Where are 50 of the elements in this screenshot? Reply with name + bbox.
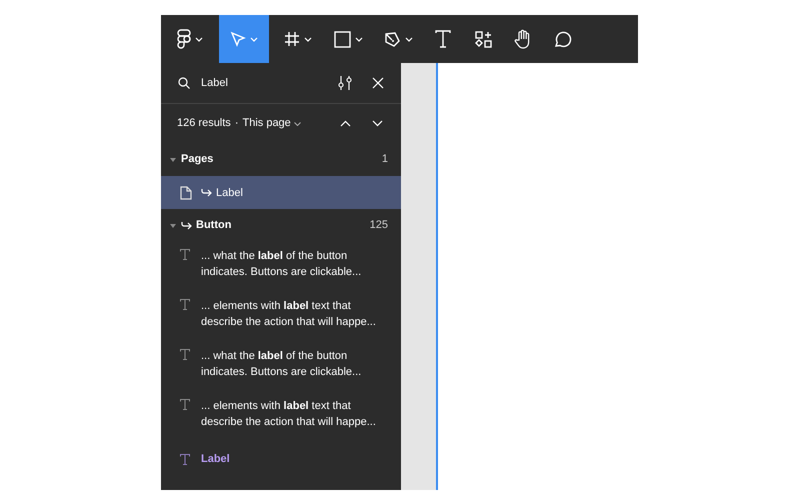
result-item[interactable]: Label xyxy=(161,442,401,475)
group-count: 125 xyxy=(370,218,388,234)
previous-icon[interactable] xyxy=(340,120,351,127)
frame-icon xyxy=(284,31,300,47)
result-text: ... elements with label text that describe the action that will happe... xyxy=(201,399,376,430)
close-icon[interactable] xyxy=(372,77,384,89)
pointer-icon xyxy=(230,31,246,47)
separator-dot: · xyxy=(234,116,238,132)
return-arrow-icon xyxy=(201,188,212,197)
text-layer-icon xyxy=(180,454,190,464)
result-item[interactable]: ... what the label of the button indicates. Buttons are clickable... xyxy=(161,342,401,392)
result-text: Label xyxy=(216,186,243,200)
hand-icon xyxy=(514,29,532,49)
group-title: Button xyxy=(196,218,232,234)
result-text: Label xyxy=(201,452,230,466)
expanded-triangle-icon[interactable] xyxy=(170,156,176,162)
result-item[interactable]: Label xyxy=(161,176,401,209)
logo-icon xyxy=(177,29,191,49)
text-layer-icon xyxy=(180,349,190,360)
caret-icon xyxy=(250,36,258,42)
result-text: ... what the label of the button indicates. Buttons are clickable... xyxy=(201,249,362,280)
filter-icon[interactable] xyxy=(338,75,352,91)
caret-icon xyxy=(294,122,301,126)
comment-icon xyxy=(554,30,572,48)
text-layer-icon xyxy=(180,399,190,410)
scope-dropdown[interactable]: This page xyxy=(242,115,301,132)
text-tool-icon xyxy=(435,30,451,48)
caret-icon xyxy=(304,36,312,42)
caret-icon xyxy=(404,36,412,42)
pen-icon xyxy=(384,30,400,48)
result-text: ... elements with label text that describe the action that will happe... xyxy=(201,299,376,330)
expanded-triangle-icon[interactable] xyxy=(170,222,176,228)
result-item[interactable]: ... elements with label text that describe the action that will happe... xyxy=(161,292,401,342)
caret-icon xyxy=(354,36,362,42)
caret-icon xyxy=(195,36,203,42)
search-icon xyxy=(178,77,190,89)
text-layer-icon xyxy=(180,249,190,260)
page-icon xyxy=(180,186,192,200)
result-text: ... what the label of the button indicates. Buttons are clickable... xyxy=(201,349,362,380)
group-title: Pages xyxy=(181,152,214,168)
next-icon[interactable] xyxy=(372,120,383,127)
text-layer-icon xyxy=(180,299,190,310)
group-count: 1 xyxy=(382,152,388,168)
return-arrow-icon xyxy=(181,221,192,230)
search-field[interactable]: Label xyxy=(201,74,331,92)
result-item[interactable]: ... what the label of the button indicates. Buttons are clickable... xyxy=(161,242,401,292)
result-item[interactable]: ... elements with label text that describe the action that will happe... xyxy=(161,392,401,442)
rectangle-icon xyxy=(334,30,350,48)
result-count: 126 results xyxy=(177,116,231,132)
components-icon xyxy=(474,30,492,48)
